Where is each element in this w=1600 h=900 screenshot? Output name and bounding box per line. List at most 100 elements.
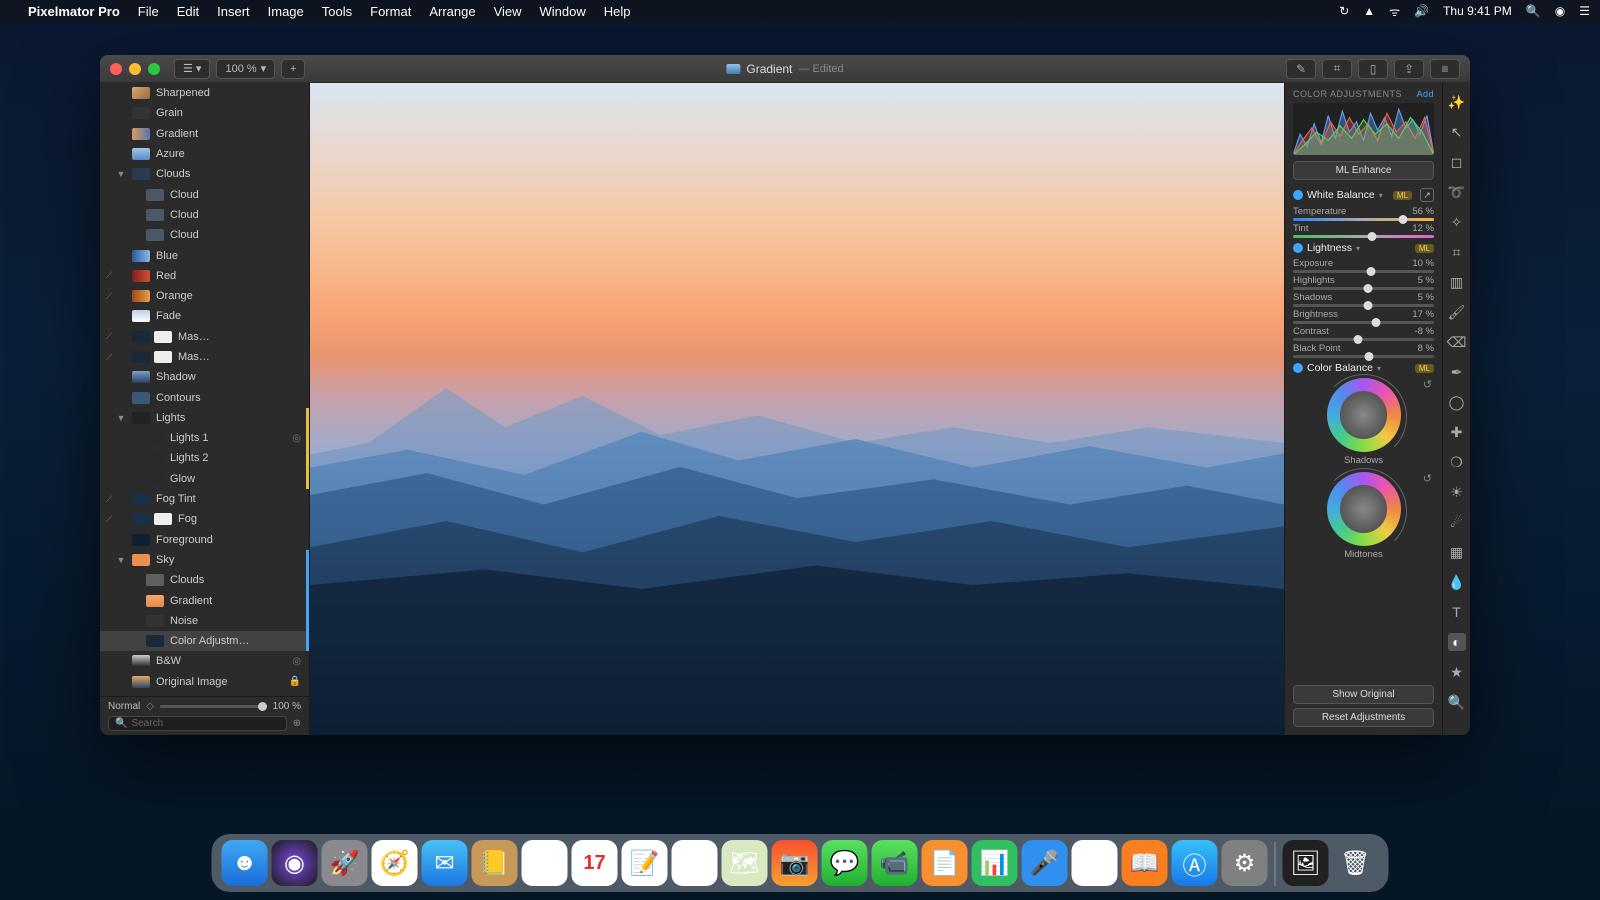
minimize-button[interactable]: [129, 63, 141, 75]
type-icon[interactable]: T: [1448, 603, 1466, 621]
layer-row[interactable]: ⟋Mas…: [100, 327, 309, 347]
layer-row[interactable]: Glow: [100, 469, 309, 489]
histogram[interactable]: [1293, 103, 1434, 155]
effects-icon[interactable]: ★: [1448, 663, 1466, 681]
dock-finder[interactable]: ☻: [222, 840, 268, 886]
dock-keynote[interactable]: 🎤: [1022, 840, 1068, 886]
layer-row[interactable]: Sharpened: [100, 83, 309, 103]
share-button[interactable]: ⇪: [1394, 59, 1424, 79]
eyedropper-button[interactable]: ↗: [1420, 188, 1434, 202]
zoom-icon[interactable]: 🔍: [1448, 693, 1466, 711]
clock[interactable]: Thu 9:41 PM: [1443, 4, 1512, 18]
spotlight-icon[interactable]: 🔍: [1526, 4, 1541, 18]
notification-center-icon[interactable]: ☰: [1579, 4, 1590, 18]
sidebar-toggle[interactable]: ☰ ▾: [174, 59, 210, 79]
layer-row[interactable]: Cloud: [100, 205, 309, 225]
dock-launchpad[interactable]: 🚀: [322, 840, 368, 886]
dock-mail[interactable]: ✉: [422, 840, 468, 886]
dock-photobooth[interactable]: 📷: [772, 840, 818, 886]
dock-maps[interactable]: 🗺: [722, 840, 768, 886]
slider-temperature[interactable]: Temperature56 %: [1293, 206, 1434, 221]
crop-icon[interactable]: ⌗: [1448, 243, 1466, 261]
add-adjustment-button[interactable]: Add: [1416, 89, 1434, 99]
dock-trash[interactable]: 🗑: [1333, 840, 1379, 886]
layer-row[interactable]: Clouds: [100, 570, 309, 590]
lighten-icon[interactable]: ☀: [1448, 483, 1466, 501]
app-name[interactable]: Pixelmator Pro: [28, 4, 120, 19]
menu-view[interactable]: View: [494, 4, 522, 19]
dock-facetime[interactable]: 📹: [872, 840, 918, 886]
clone-icon[interactable]: ❍: [1448, 453, 1466, 471]
slider-exposure[interactable]: Exposure10 %: [1293, 258, 1434, 273]
zoom-control[interactable]: 100 % ▾: [216, 59, 275, 79]
color-wheel-midtones[interactable]: ↺Midtones: [1293, 472, 1434, 560]
dock-messages[interactable]: 💬: [822, 840, 868, 886]
dock-notes[interactable]: 📝: [622, 840, 668, 886]
eraser-icon[interactable]: ⌫: [1448, 333, 1466, 351]
dock-calendar[interactable]: 17: [572, 840, 618, 886]
menu-format[interactable]: Format: [370, 4, 411, 19]
dock-books[interactable]: 📖: [1122, 840, 1168, 886]
layer-row[interactable]: ⟋Fog Tint: [100, 489, 309, 509]
layer-row[interactable]: Color Adjustm…: [100, 631, 309, 651]
brush-icon[interactable]: 🖌: [1448, 303, 1466, 321]
dock-preferences[interactable]: ⚙: [1222, 840, 1268, 886]
layer-row[interactable]: ⟋Mas…: [100, 347, 309, 367]
layer-row[interactable]: ⟋Orange: [100, 286, 309, 306]
arrow-icon[interactable]: ↖: [1448, 123, 1466, 141]
layer-row[interactable]: ▼Sky: [100, 550, 309, 570]
dock-photos[interactable]: ❁: [522, 840, 568, 886]
opacity-slider[interactable]: [160, 705, 267, 708]
layer-row[interactable]: Shadow: [100, 367, 309, 387]
menu-window[interactable]: Window: [540, 4, 586, 19]
reset-icon[interactable]: ↺: [1423, 472, 1432, 485]
draw-tool-button[interactable]: ✎: [1286, 59, 1316, 79]
reset-adjustments-button[interactable]: Reset Adjustments: [1293, 708, 1434, 727]
canvas[interactable]: [310, 83, 1284, 735]
layer-row[interactable]: Blue: [100, 245, 309, 265]
shapes-icon[interactable]: ◯: [1448, 393, 1466, 411]
layer-row[interactable]: ⟋Fog: [100, 509, 309, 529]
slider-shadows[interactable]: Shadows5 %: [1293, 292, 1434, 307]
dock-pages[interactable]: 📄: [922, 840, 968, 886]
crop-tool-button[interactable]: ⌗: [1322, 59, 1352, 79]
show-original-button[interactable]: Show Original: [1293, 685, 1434, 704]
layer-row[interactable]: Foreground: [100, 530, 309, 550]
wifi-icon[interactable]: ᯤ: [1389, 3, 1400, 20]
layer-row[interactable]: Fade: [100, 306, 309, 326]
white-balance-header[interactable]: White Balance▾ ML ↗: [1293, 188, 1434, 202]
menu-insert[interactable]: Insert: [217, 4, 250, 19]
dock-siri[interactable]: ◉: [272, 840, 318, 886]
inspector-toggle[interactable]: ≡: [1430, 59, 1460, 79]
volume-icon[interactable]: 🔊: [1414, 4, 1429, 18]
slider-black-point[interactable]: Black Point8 %: [1293, 343, 1434, 358]
dock-contacts[interactable]: 📒: [472, 840, 518, 886]
white-balance-toggle[interactable]: [1293, 190, 1303, 200]
menu-file[interactable]: File: [138, 4, 159, 19]
layer-row[interactable]: Lights 1◎: [100, 428, 309, 448]
gradient-icon[interactable]: ▦: [1448, 543, 1466, 561]
lasso-icon[interactable]: ➰: [1448, 183, 1466, 201]
format-button[interactable]: ▯: [1358, 59, 1388, 79]
document-title[interactable]: Gradient — Edited: [726, 62, 843, 76]
slider-contrast[interactable]: Contrast-8 %: [1293, 326, 1434, 341]
blend-stepper-icon[interactable]: ◇: [146, 701, 154, 712]
layer-row[interactable]: Cloud: [100, 184, 309, 204]
ml-tag-icon[interactable]: ML: [1415, 244, 1434, 253]
layer-row[interactable]: Lights 2: [100, 448, 309, 468]
marquee-icon[interactable]: ◻: [1448, 153, 1466, 171]
layer-row[interactable]: Original Image🔒: [100, 672, 309, 692]
siri-menubar-icon[interactable]: ◉: [1555, 4, 1565, 18]
menu-arrange[interactable]: Arrange: [429, 4, 475, 19]
layer-row[interactable]: ▼Lights: [100, 408, 309, 428]
dock-music[interactable]: ♫: [1072, 840, 1118, 886]
layer-row[interactable]: Azure: [100, 144, 309, 164]
time-machine-icon[interactable]: ↻: [1339, 4, 1349, 18]
smudge-icon[interactable]: ☄: [1448, 513, 1466, 531]
dock-numbers[interactable]: 📊: [972, 840, 1018, 886]
reset-icon[interactable]: ↺: [1423, 378, 1432, 391]
dock-pixelmator[interactable]: 🖼: [1283, 840, 1329, 886]
color-adjust-icon[interactable]: ◐: [1448, 633, 1466, 651]
airplay-icon[interactable]: ▲: [1363, 4, 1375, 18]
color-wheel-shadows[interactable]: ↺Shadows: [1293, 378, 1434, 466]
